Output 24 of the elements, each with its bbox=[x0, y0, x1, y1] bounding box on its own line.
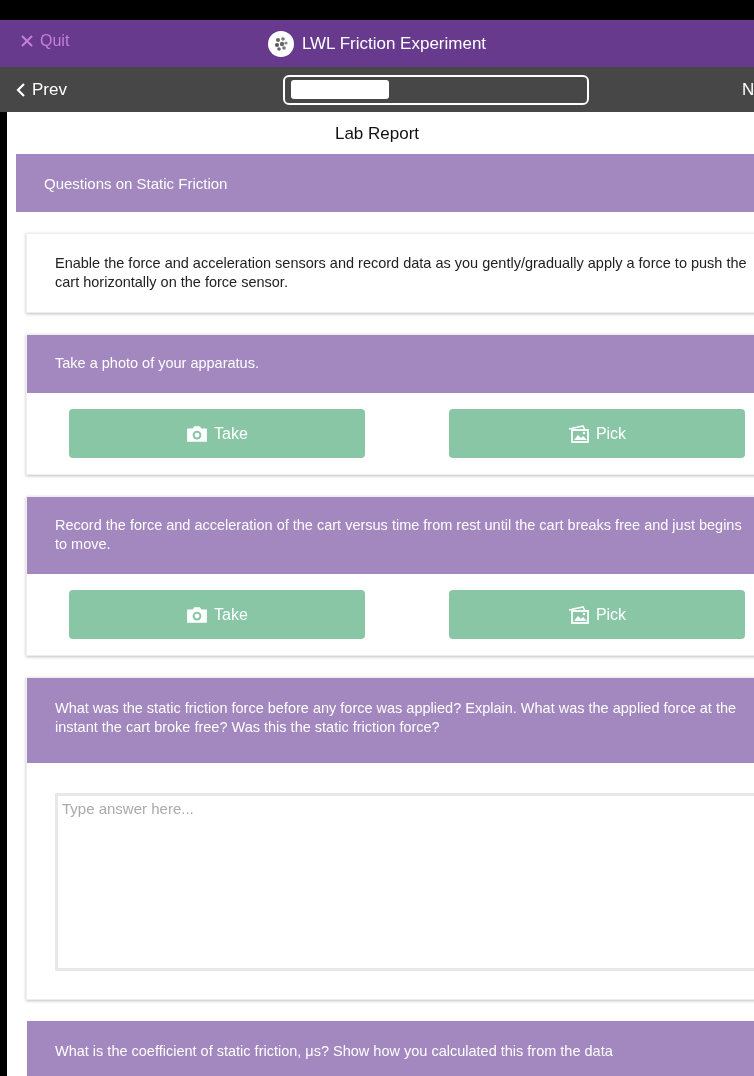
pick-photo-button[interactable]: Pick bbox=[449, 409, 745, 458]
question-text: What is the coefficient of static friction, μs? Show how you calculated this from the data bbox=[55, 1042, 614, 1061]
quit-button[interactable]: Quit bbox=[20, 32, 70, 50]
question-text: Take a photo of your apparatus. bbox=[55, 354, 260, 373]
photos-icon bbox=[567, 424, 590, 443]
instruction-text: Enable the force and acceleration sensors and record data as you gently/gradually apply a force to push the cart horizontally on the force sensor. bbox=[55, 254, 747, 292]
chevron-left-icon bbox=[16, 81, 26, 98]
pick-photo-button[interactable]: Pick bbox=[449, 590, 745, 639]
question-text: What was the static friction force before any force was applied? Explain. What was the applied force at the instant the cart broke free? Was this the static friction force? bbox=[55, 699, 738, 737]
take-photo-button[interactable]: Take bbox=[69, 409, 365, 458]
take-photo-button[interactable]: Take bbox=[69, 590, 365, 639]
prev-button[interactable]: Prev bbox=[0, 79, 67, 100]
camera-icon bbox=[186, 424, 209, 443]
photos-icon bbox=[567, 605, 590, 624]
logo-icon bbox=[267, 30, 294, 57]
page-selector-field[interactable] bbox=[283, 74, 590, 105]
question-text: Record the force and acceleration of the cart versus time from rest until the cart breaks free and just begins to move. bbox=[55, 516, 743, 554]
camera-icon bbox=[186, 605, 209, 624]
app-title: LWL Friction Experiment bbox=[301, 33, 487, 54]
next-button[interactable]: N bbox=[742, 79, 754, 100]
page-title: Lab Report bbox=[333, 123, 421, 145]
answer-field[interactable]: Type answer here... bbox=[55, 793, 754, 971]
close-icon bbox=[20, 34, 34, 48]
section-title: Questions on Static Friction bbox=[44, 174, 228, 192]
